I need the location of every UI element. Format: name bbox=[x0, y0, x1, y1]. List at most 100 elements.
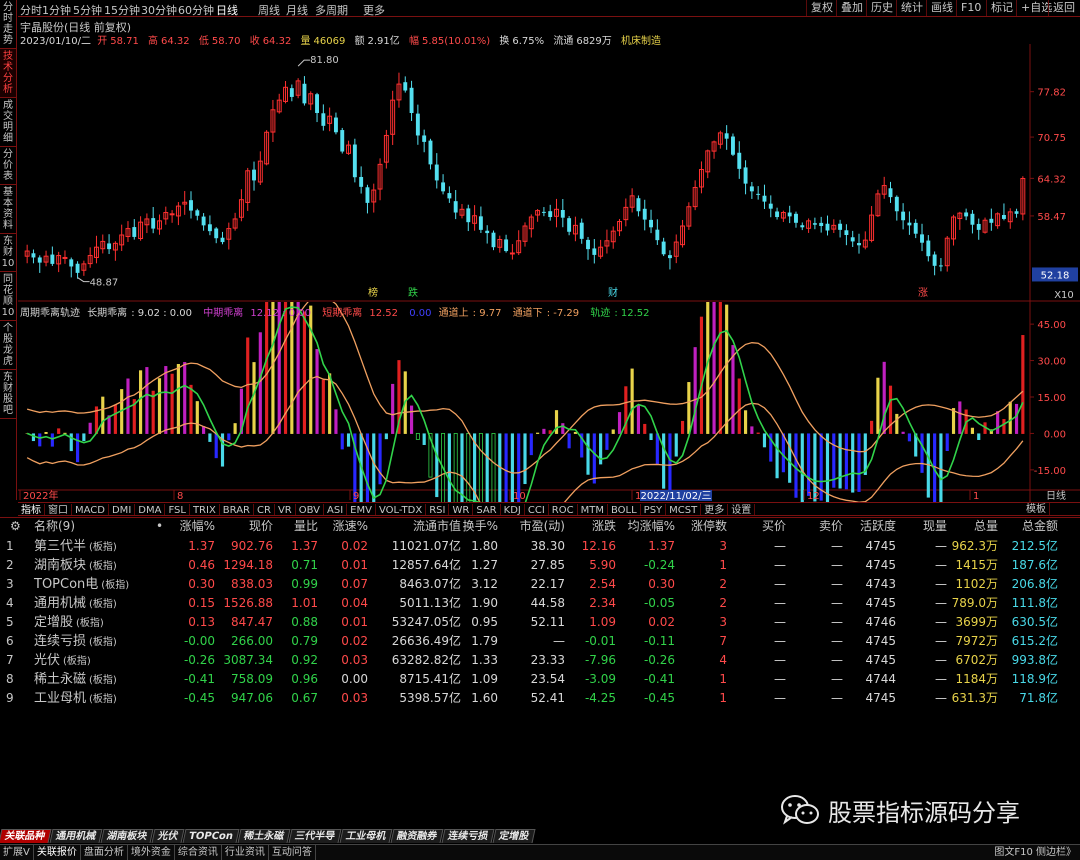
left-tab-3[interactable]: 分价表 bbox=[0, 147, 16, 185]
left-tab-0[interactable]: 分时走势 bbox=[0, 0, 16, 49]
period-tab-2[interactable]: 5分钟 bbox=[73, 2, 102, 18]
indicator-tab-6[interactable]: TRIX bbox=[190, 504, 220, 515]
toolbar-button-0[interactable]: 复权 bbox=[806, 0, 837, 16]
period-tab-8[interactable]: 月线 bbox=[286, 2, 308, 18]
status-tab-6[interactable]: 互动问答 bbox=[269, 845, 316, 860]
status-tab-3[interactable]: 境外资金 bbox=[128, 845, 175, 860]
toolbar-button-8[interactable]: 返回 bbox=[1048, 0, 1079, 16]
indicator-tab-2[interactable]: MACD bbox=[72, 504, 109, 515]
sector-tab-2[interactable]: 湖南板块 bbox=[100, 829, 154, 843]
table-row[interactable]: 4 通用机械 (板指) 0.15 1526.88 1.01 0.04 5011.13亿 1.90… bbox=[0, 594, 1080, 613]
toolbar-button-6[interactable]: 标记 bbox=[986, 0, 1017, 16]
indicator-tab-4[interactable]: DMA bbox=[135, 504, 166, 515]
table-row[interactable]: 8 稀土永磁 (板指) -0.41 758.09 0.96 0.00 8715.41亿 1.09… bbox=[0, 670, 1080, 689]
indicator-tab-0[interactable]: 指标 bbox=[18, 504, 45, 515]
indicator-bar bbox=[725, 304, 729, 434]
indicator-tab-11[interactable]: ASI bbox=[324, 504, 348, 515]
period-tab-10[interactable]: 更多 bbox=[363, 2, 385, 18]
table-row[interactable]: 1 第三代半 (板指) 1.37 902.76 1.37 0.02 11021.07亿 1.80… bbox=[0, 537, 1080, 556]
header-turn[interactable]: 换手% bbox=[428, 518, 498, 535]
indicator-tab-20[interactable]: MTM bbox=[578, 504, 608, 515]
indicator-tab-24[interactable]: 更多 bbox=[701, 504, 729, 515]
left-tab-5[interactable]: 东财10 bbox=[0, 234, 16, 272]
sector-tab-1[interactable]: 通用机械 bbox=[49, 829, 103, 843]
toolbar-button-5[interactable]: F10 bbox=[956, 0, 985, 16]
toolbar-button-4[interactable]: 画线 bbox=[926, 0, 957, 16]
indicator-tab-5[interactable]: FSL bbox=[165, 504, 190, 515]
period-tab-5[interactable]: 60分钟 bbox=[178, 2, 214, 18]
period-tab-0[interactable]: 分时 bbox=[20, 2, 42, 18]
indicator-tab-19[interactable]: ROC bbox=[549, 504, 578, 515]
period-tab-4[interactable]: 30分钟 bbox=[141, 2, 177, 18]
indicator-tab-15[interactable]: WR bbox=[449, 504, 474, 515]
left-tab-6[interactable]: 同花顺10 bbox=[0, 272, 16, 321]
indicator-tab-12[interactable]: EMV bbox=[347, 504, 376, 515]
indicator-tab-9[interactable]: VR bbox=[275, 504, 296, 515]
indicator-tab-1[interactable]: 窗口 bbox=[45, 504, 72, 515]
header-amt[interactable]: 总金额 bbox=[988, 518, 1058, 535]
left-tab-7[interactable]: 个股龙虎 bbox=[0, 321, 16, 370]
indicator-template-button[interactable]: 模板 bbox=[1023, 503, 1050, 515]
indicator-tab-23[interactable]: MCST bbox=[666, 504, 702, 515]
table-row[interactable]: 2 湖南板块 (板指) 0.46 1294.18 0.71 0.01 12857.64亿 1.2… bbox=[0, 556, 1080, 575]
indicator-tab-13[interactable]: VOL-TDX bbox=[376, 504, 427, 515]
left-tab-2[interactable]: 成交明细 bbox=[0, 98, 16, 147]
table-row[interactable]: 6 连续亏损 (板指) -0.00 266.00 0.79 0.02 26636.49亿 1.7… bbox=[0, 632, 1080, 651]
table-row[interactable]: 9 工业母机 (板指) -0.45 947.06 0.67 0.03 5398.57亿 1.60… bbox=[0, 689, 1080, 708]
indicator-tab-16[interactable]: SAR bbox=[473, 504, 501, 515]
indicator-chart[interactable]: 45.0030.0015.000.00-15.002022年8910111212… bbox=[18, 302, 1080, 502]
status-tab-2[interactable]: 盘面分析 bbox=[81, 845, 128, 860]
toolbar-button-1[interactable]: 叠加 bbox=[836, 0, 867, 16]
candle-body bbox=[504, 239, 509, 252]
toolbar-button-2[interactable]: 历史 bbox=[866, 0, 897, 16]
period-tab-1[interactable]: 1分钟 bbox=[42, 2, 71, 18]
indicator-tab-25[interactable]: 设置 bbox=[728, 504, 756, 515]
sector-tab-0[interactable]: 关联品种 bbox=[0, 829, 52, 843]
left-tab-4[interactable]: 基本资料 bbox=[0, 185, 16, 234]
status-tab-0[interactable]: 扩展V bbox=[0, 845, 34, 860]
sector-tab-3[interactable]: 光伏 bbox=[151, 829, 185, 843]
status-tab-1[interactable]: 关联报价 bbox=[34, 845, 81, 860]
status-right[interactable]: 图文F10 侧边栏》 bbox=[994, 845, 1076, 860]
indicator-tab-18[interactable]: CCI bbox=[525, 504, 549, 515]
header-name[interactable]: 名称(9) bbox=[34, 518, 75, 535]
header-spd[interactable]: 涨速% bbox=[298, 518, 368, 535]
cell-amt: 993.8亿 bbox=[1011, 653, 1058, 667]
indicator-bar bbox=[485, 433, 489, 502]
sector-tab-6[interactable]: 三代半导 bbox=[288, 829, 342, 843]
period-tab-7[interactable]: 周线 bbox=[258, 2, 280, 18]
gear-icon[interactable]: ⚙ bbox=[10, 518, 21, 535]
candle-body bbox=[151, 218, 156, 229]
period-tab-6[interactable]: 日线 bbox=[216, 2, 238, 18]
table-row[interactable]: 7 光伏 (板指) -0.26 3087.34 0.92 0.03 63282.82亿 1.33… bbox=[0, 651, 1080, 670]
sector-tab-8[interactable]: 融资融券 bbox=[390, 829, 444, 843]
indicator-bar bbox=[762, 433, 767, 448]
indicator-tab-7[interactable]: BRAR bbox=[220, 504, 254, 515]
high-mark-label: 81.80 bbox=[310, 55, 339, 66]
indicator-tab-17[interactable]: KDJ bbox=[501, 504, 525, 515]
candle-body bbox=[844, 230, 849, 235]
indicator-bar bbox=[82, 433, 86, 442]
sector-tab-4[interactable]: TOPCon bbox=[182, 829, 240, 843]
status-tab-5[interactable]: 行业资讯 bbox=[222, 845, 269, 860]
sector-tab-7[interactable]: 工业母机 bbox=[339, 829, 393, 843]
indicator-tab-21[interactable]: BOLL bbox=[608, 504, 641, 515]
left-tab-1[interactable]: 技术分析 bbox=[0, 49, 16, 98]
toolbar-button-3[interactable]: 统计 bbox=[896, 0, 927, 16]
sector-tab-5[interactable]: 稀土永磁 bbox=[237, 829, 291, 843]
table-row[interactable]: 3 TOPCon电 (板指) 0.30 838.03 0.99 0.07 8463.07亿 3.… bbox=[0, 575, 1080, 594]
status-tab-4[interactable]: 综合资讯 bbox=[175, 845, 222, 860]
indicator-tab-14[interactable]: RSI bbox=[426, 504, 450, 515]
indicator-bar bbox=[561, 423, 565, 434]
indicator-tab-8[interactable]: CR bbox=[254, 504, 275, 515]
indicator-tab-3[interactable]: DMI bbox=[109, 504, 136, 515]
sector-tab-9[interactable]: 连续亏损 bbox=[441, 829, 495, 843]
price-candlestick-chart[interactable]: 58.47 64.32 70.75 77.82 52.18 X10 81.80 48.87 榜 跌… bbox=[18, 44, 1080, 302]
period-tab-9[interactable]: 多周期 bbox=[315, 2, 348, 18]
period-tab-3[interactable]: 15分钟 bbox=[104, 2, 140, 18]
indicator-tab-22[interactable]: PSY bbox=[641, 504, 667, 515]
indicator-tab-10[interactable]: OBV bbox=[296, 504, 324, 515]
table-row[interactable]: 5 定增股 (板指) 0.13 847.47 0.88 0.01 53247.05亿 0.95 5… bbox=[0, 613, 1080, 632]
left-tab-8[interactable]: 东财股吧 bbox=[0, 370, 16, 419]
sector-tab-10[interactable]: 定增股 bbox=[492, 829, 536, 843]
